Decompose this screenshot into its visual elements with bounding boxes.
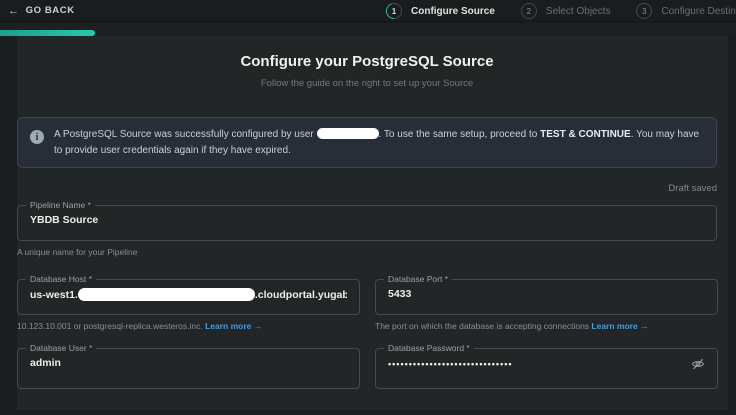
host-value-suffix: .cloudportal.yugabyte.com	[255, 289, 347, 301]
step-2-number: 2	[522, 4, 536, 18]
database-user-input[interactable]: admin	[30, 357, 347, 369]
database-password-label: Database Password *	[384, 343, 474, 353]
pipeline-name-field[interactable]: Pipeline Name * YBDB Source	[17, 200, 717, 241]
step-2-circle: 2	[521, 3, 537, 19]
redacted-host-segment	[78, 288, 255, 301]
page-title: Configure your PostgreSQL Source	[17, 53, 717, 70]
database-host-helper: 10.123.10.001 or postgresql-replica.west…	[17, 321, 360, 331]
pipeline-name-label: Pipeline Name *	[26, 200, 95, 210]
step-configure-destination[interactable]: 3 Configure Destination	[636, 3, 736, 19]
info-icon: i	[30, 130, 44, 144]
step-3-label: Configure Destination	[661, 6, 736, 17]
database-password-field[interactable]: Database Password * ••••••••••••••••••••…	[375, 343, 718, 389]
host-learn-more-link[interactable]: Learn more	[205, 321, 251, 331]
redacted-username	[317, 128, 379, 139]
eye-slash-icon	[691, 357, 705, 371]
host-link-arrow-icon: →	[254, 321, 263, 331]
page-subtitle: Follow the guide on the right to set up …	[17, 78, 717, 89]
step-3-circle: 3	[636, 3, 652, 19]
pipeline-name-helper: A unique name for your Pipeline	[17, 247, 717, 257]
database-host-input[interactable]: us-west1. .cloudportal.yugabyte.com	[30, 288, 347, 301]
host-value-prefix: us-west1.	[30, 289, 78, 301]
step-select-objects[interactable]: 2 Select Objects	[521, 3, 610, 19]
step-configure-source[interactable]: 1 Configure Source	[386, 3, 495, 19]
database-password-input[interactable]: ••••••••••••••••••••••••••••••	[388, 359, 691, 369]
step-2-label: Select Objects	[546, 6, 610, 17]
page-header: Configure your PostgreSQL Source Follow …	[17, 36, 717, 89]
step-3-number: 3	[637, 4, 651, 18]
go-back-button[interactable]: ← GO BACK	[0, 5, 75, 17]
port-learn-more-link[interactable]: Learn more	[591, 321, 637, 331]
database-port-input[interactable]: 5433	[388, 288, 705, 300]
database-user-field[interactable]: Database User * admin	[17, 343, 360, 389]
toggle-password-visibility-button[interactable]	[691, 357, 705, 371]
database-port-field[interactable]: Database Port * 5433	[375, 274, 718, 315]
port-link-arrow-icon: →	[640, 321, 649, 331]
database-host-field[interactable]: Database Host * us-west1. .cloudportal.yu…	[17, 274, 360, 315]
progress-track	[0, 23, 736, 36]
go-back-label: GO BACK	[26, 5, 75, 16]
step-1-circle: 1	[386, 3, 402, 19]
banner-bold-action: TEST & CONTINUE	[540, 129, 631, 140]
banner-text-before: A PostgreSQL Source was successfully con…	[54, 129, 317, 140]
step-1-number: 1	[387, 4, 401, 18]
database-port-helper: The port on which the database is accept…	[375, 321, 718, 331]
port-helper-text: The port on which the database is accept…	[375, 321, 591, 331]
database-port-label: Database Port *	[384, 274, 452, 284]
pipeline-name-input[interactable]: YBDB Source	[30, 214, 704, 226]
host-helper-text: 10.123.10.001 or postgresql-replica.west…	[17, 321, 205, 331]
main-content: Configure your PostgreSQL Source Follow …	[17, 36, 728, 410]
step-1-label: Configure Source	[411, 6, 495, 17]
back-arrow-icon: ←	[8, 5, 20, 17]
top-bar: ← GO BACK 1 Configure Source 2 Select Ob…	[0, 0, 736, 22]
database-host-label: Database Host *	[26, 274, 96, 284]
banner-text: A PostgreSQL Source was successfully con…	[54, 127, 704, 158]
draft-saved-status: Draft saved	[17, 183, 717, 194]
banner-text-middle: . To use the same setup, proceed to	[379, 129, 541, 140]
database-user-label: Database User *	[26, 343, 96, 353]
success-info-banner: i A PostgreSQL Source was successfully c…	[17, 117, 717, 168]
wizard-stepper: 1 Configure Source 2 Select Objects 3 Co…	[386, 0, 736, 22]
